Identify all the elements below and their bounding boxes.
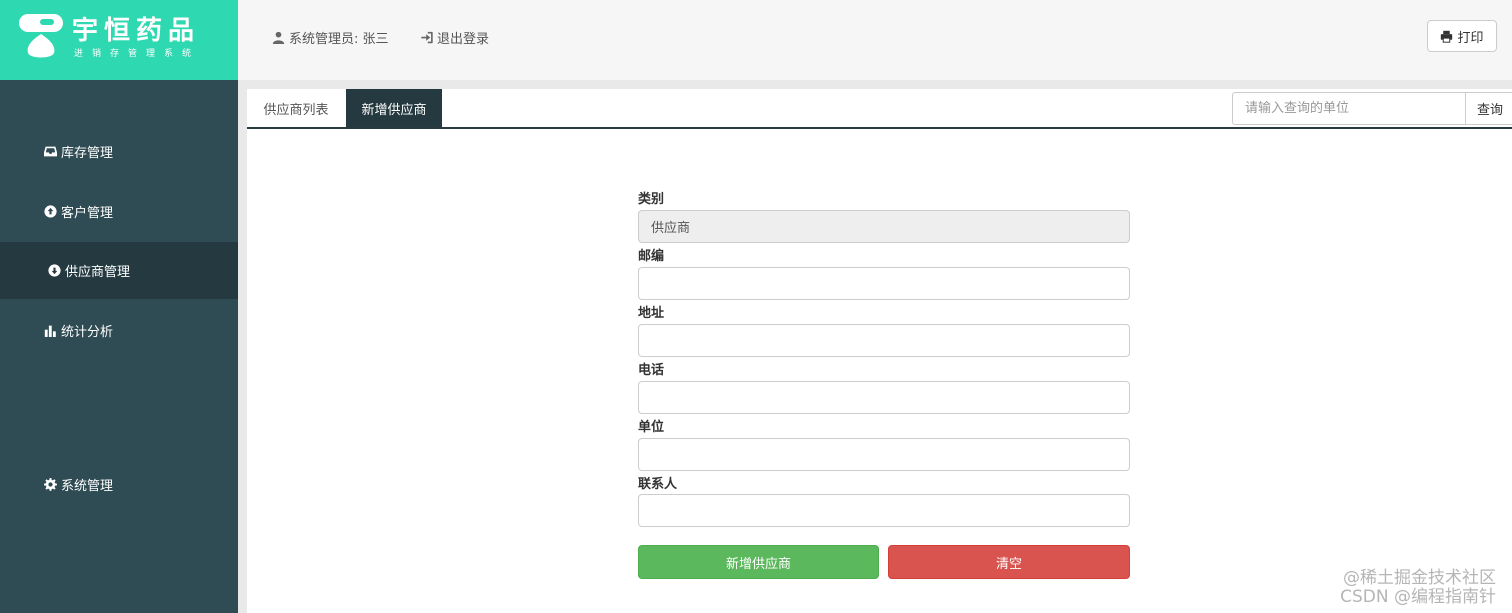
- sidebar-item-inventory[interactable]: 库存管理: [0, 123, 238, 180]
- logout-link[interactable]: 退出登录: [420, 28, 489, 47]
- gear-icon: [44, 478, 57, 491]
- watermark: @稀土掘金技术社区 CSDN @编程指南针: [1340, 569, 1496, 607]
- phone-label: 电话: [638, 363, 665, 378]
- add-supplier-button[interactable]: 新增供应商: [638, 545, 879, 579]
- sidebar-item-customers[interactable]: 客户管理: [0, 183, 238, 240]
- category-field[interactable]: [638, 210, 1130, 243]
- logout-icon: [421, 31, 433, 44]
- search-input[interactable]: [1232, 92, 1466, 125]
- sidebar-item-label: 统计分析: [61, 325, 114, 340]
- sidebar-item-suppliers[interactable]: 供应商管理: [0, 242, 238, 299]
- postcode-field[interactable]: [638, 267, 1130, 300]
- watermark-line-1: @稀土掘金技术社区: [1343, 568, 1496, 588]
- bar-chart-icon: [44, 325, 56, 337]
- tab-bar: 供应商列表 新增供应商 查询: [247, 89, 1512, 129]
- logout-label: 退出登录: [437, 32, 490, 47]
- pill-logo-icon: [19, 14, 63, 58]
- inbox-icon: [44, 146, 57, 157]
- tab-add-supplier[interactable]: 新增供应商: [346, 89, 442, 127]
- sidebar-item-system[interactable]: 系统管理: [0, 456, 238, 513]
- user-text: 系统管理员: 张三: [289, 32, 389, 47]
- sidebar-item-label: 库存管理: [61, 146, 114, 161]
- contact-label: 联系人: [638, 477, 678, 492]
- phone-field[interactable]: [638, 381, 1130, 414]
- main-panel: 供应商列表 新增供应商 查询 类别 邮编 地址 电话 单位 联系人 新增供应商 …: [247, 89, 1512, 613]
- unit-label: 单位: [638, 420, 665, 435]
- search-button[interactable]: 查询: [1465, 92, 1512, 125]
- contact-field[interactable]: [638, 494, 1130, 527]
- clear-button[interactable]: 清空: [888, 545, 1130, 579]
- circle-arrow-down-icon: [48, 264, 61, 277]
- logo-subtitle: 进销存管理系统: [74, 49, 201, 59]
- address-label: 地址: [638, 306, 665, 321]
- postcode-label: 邮编: [638, 249, 665, 264]
- print-label: 打印: [1457, 30, 1484, 46]
- sidebar-item-label: 供应商管理: [65, 265, 131, 280]
- watermark-line-2: CSDN @编程指南针: [1340, 587, 1496, 607]
- sidebar: 库存管理 客户管理 供应商管理 统计分析 系统管理: [0, 80, 238, 613]
- circle-arrow-up-icon: [44, 205, 57, 218]
- sidebar-item-statistics[interactable]: 统计分析: [0, 302, 238, 359]
- category-label: 类别: [638, 192, 665, 207]
- sidebar-item-label: 客户管理: [61, 206, 114, 221]
- print-button[interactable]: 打印: [1427, 20, 1497, 52]
- top-header: 系统管理员: 张三 退出登录 打印: [238, 0, 1512, 80]
- address-field[interactable]: [638, 324, 1130, 357]
- printer-icon: [1441, 30, 1453, 43]
- sidebar-item-label: 系统管理: [61, 479, 114, 494]
- current-user: 系统管理员: 张三: [272, 28, 389, 47]
- tab-supplier-list[interactable]: 供应商列表: [247, 89, 345, 127]
- logo: 宇恒药品 进销存管理系统: [0, 0, 238, 80]
- unit-field[interactable]: [638, 438, 1130, 471]
- user-icon: [272, 31, 285, 44]
- logo-title: 宇恒药品: [72, 16, 201, 46]
